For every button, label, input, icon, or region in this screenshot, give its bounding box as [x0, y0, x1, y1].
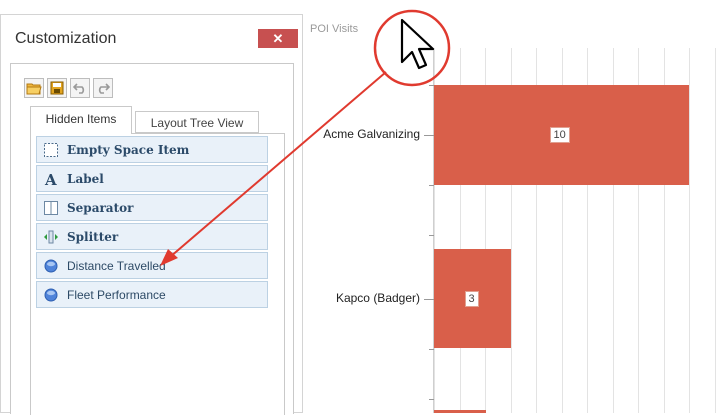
gridline	[715, 48, 716, 413]
bar-data-label: 3	[464, 290, 479, 307]
empty-space-icon	[43, 142, 59, 158]
gridline	[689, 48, 690, 413]
redo-button[interactable]	[93, 78, 113, 98]
save-icon	[50, 81, 64, 95]
list-item-label: Empty Space Item	[67, 142, 190, 157]
tab-hidden-items[interactable]: Hidden Items	[30, 106, 132, 134]
list-item-separator[interactable]: Separator	[36, 194, 268, 221]
blue-circle-icon	[43, 258, 59, 274]
list-item-label: Label	[67, 171, 104, 186]
undo-button[interactable]	[70, 78, 90, 98]
list-item-distance-travelled[interactable]: Distance Travelled	[36, 252, 268, 279]
category-label: Acme Galvanizing	[323, 127, 420, 141]
axis-tick	[429, 349, 434, 350]
svg-text:A: A	[44, 171, 57, 187]
category-tick	[424, 298, 434, 300]
toolbar	[24, 78, 113, 100]
list-item-empty-space-item[interactable]: Empty Space Item	[36, 136, 268, 163]
open-folder-button[interactable]	[24, 78, 44, 98]
redo-icon	[96, 82, 110, 94]
save-button[interactable]	[47, 78, 67, 98]
list-item-label-item[interactable]: A Label	[36, 165, 268, 192]
axis-tick	[429, 185, 434, 186]
tab-layout-tree-view[interactable]: Layout Tree View	[135, 111, 259, 133]
category-tick	[424, 135, 434, 136]
splitter-icon	[43, 229, 59, 245]
bar-data-label: 10	[549, 127, 570, 143]
hidden-items-list: Empty Space Item A Label Separator Split…	[36, 136, 268, 310]
list-item-label: Distance Travelled	[67, 258, 166, 273]
axis-tick	[429, 399, 434, 400]
undo-icon	[73, 82, 87, 94]
separator-icon	[43, 200, 59, 216]
list-item-fleet-performance[interactable]: Fleet Performance	[36, 281, 268, 308]
list-item-label: Separator	[67, 200, 134, 215]
mouse-cursor-icon	[400, 18, 435, 70]
list-item-label: Fleet Performance	[67, 287, 166, 302]
label-a-icon: A	[43, 171, 59, 187]
list-item-splitter[interactable]: Splitter	[36, 223, 268, 250]
chart-title: POI Visits	[310, 23, 359, 35]
folder-icon	[26, 81, 42, 95]
close-button[interactable]: ✕	[258, 29, 298, 48]
axis-tick	[429, 235, 434, 236]
panel-title: Customization	[15, 30, 117, 47]
list-item-label: Splitter	[67, 229, 119, 244]
blue-circle-icon	[43, 287, 59, 303]
category-label: Kapco (Badger)	[335, 290, 420, 305]
